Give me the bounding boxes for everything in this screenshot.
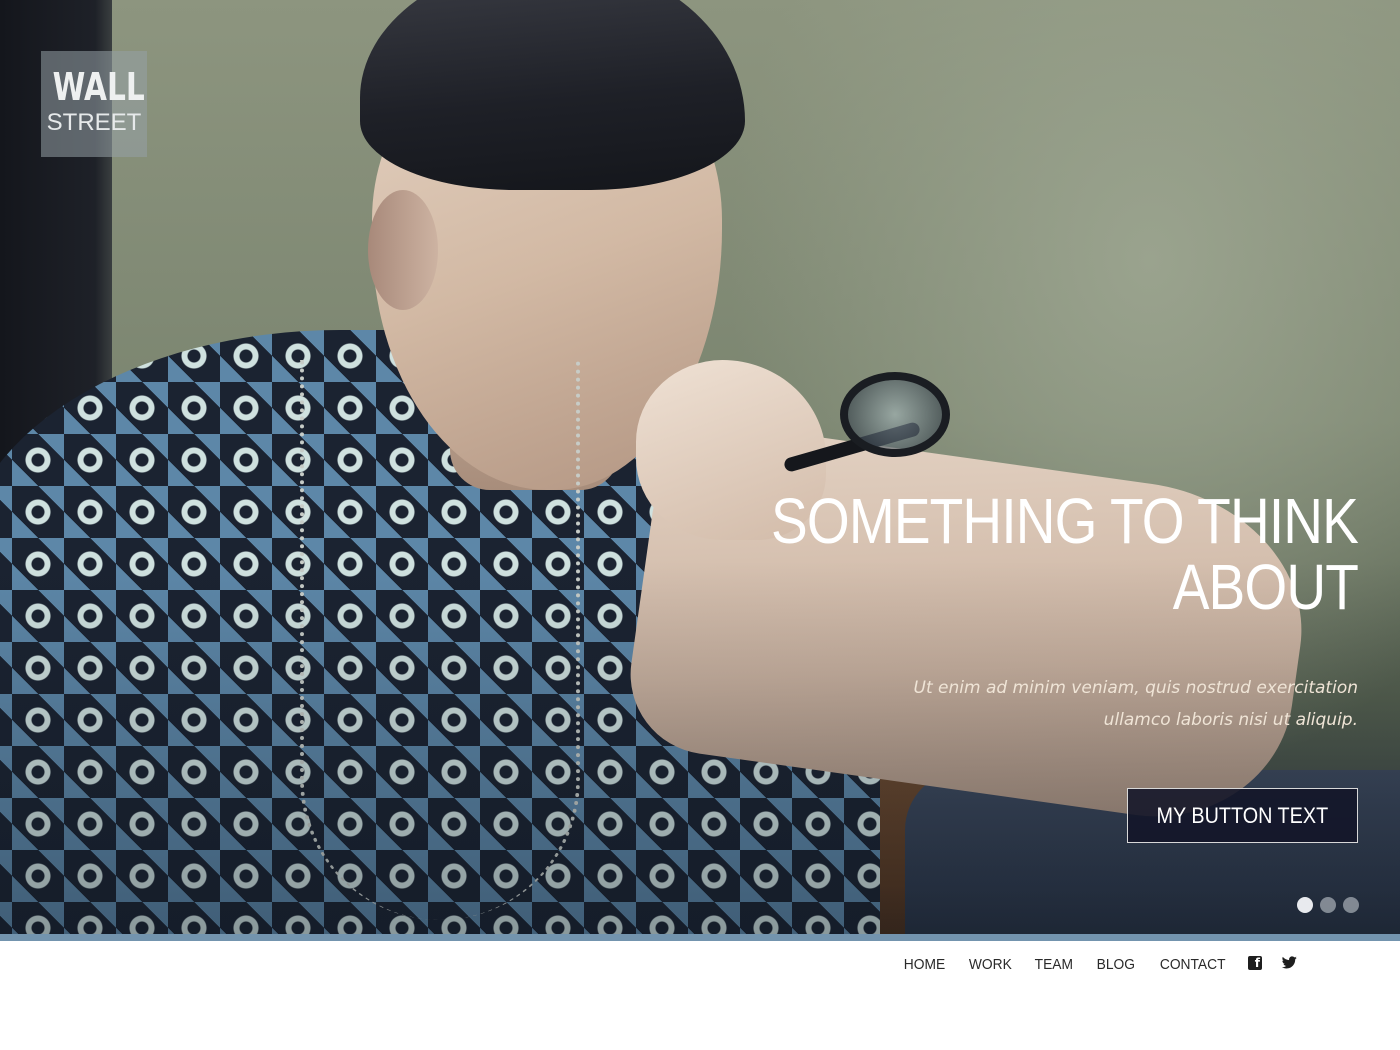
nav-item-work[interactable]: WORK bbox=[968, 956, 1011, 973]
slider-dot-2[interactable] bbox=[1320, 897, 1336, 913]
hero-cta-button[interactable]: MY BUTTON TEXT bbox=[1127, 788, 1358, 843]
facebook-link[interactable]: f bbox=[1248, 955, 1262, 970]
slider-dot-3[interactable] bbox=[1343, 897, 1359, 913]
nav-item-home[interactable]: HOME bbox=[903, 956, 944, 973]
facebook-icon: f bbox=[1248, 955, 1262, 970]
hero-headline: SOMETHING TO THINK ABOUT bbox=[704, 485, 1359, 623]
hero-subtext-line1: Ut enim ad minim veniam, quis nostrud ex… bbox=[913, 678, 1358, 698]
slider-dot-1[interactable] bbox=[1297, 897, 1313, 913]
slider-pagination bbox=[1297, 897, 1359, 913]
hero-subtext-line2: ullamco laboris nisi ut aliquip. bbox=[1103, 710, 1358, 730]
logo-wordmark-top: WALL bbox=[52, 65, 145, 109]
nav-item-team[interactable]: TEAM bbox=[1035, 956, 1073, 973]
nav-item-contact[interactable]: CONTACT bbox=[1159, 956, 1225, 973]
hero-headline-line1: SOMETHING TO THINK bbox=[771, 485, 1359, 557]
accent-stripe bbox=[0, 934, 1400, 941]
hero-cta-label: MY BUTTON TEXT bbox=[1156, 802, 1329, 828]
hero-subtext: Ut enim ad minim veniam, quis nostrud ex… bbox=[798, 672, 1358, 736]
main-navigation: HOME WORK TEAM BLOG CONTACT f bbox=[902, 955, 1297, 973]
nav-item-blog[interactable]: BLOG bbox=[1097, 956, 1135, 973]
twitter-link[interactable] bbox=[1282, 956, 1297, 969]
hero-headline-line2: ABOUT bbox=[1172, 551, 1359, 623]
logo-wordmark-bottom: STREET bbox=[46, 109, 142, 136]
hero-slider: WALL STREET SOMETHING TO THINK ABOUT Ut … bbox=[0, 0, 1400, 934]
site-logo[interactable]: WALL STREET bbox=[41, 51, 147, 157]
twitter-icon bbox=[1282, 956, 1297, 969]
